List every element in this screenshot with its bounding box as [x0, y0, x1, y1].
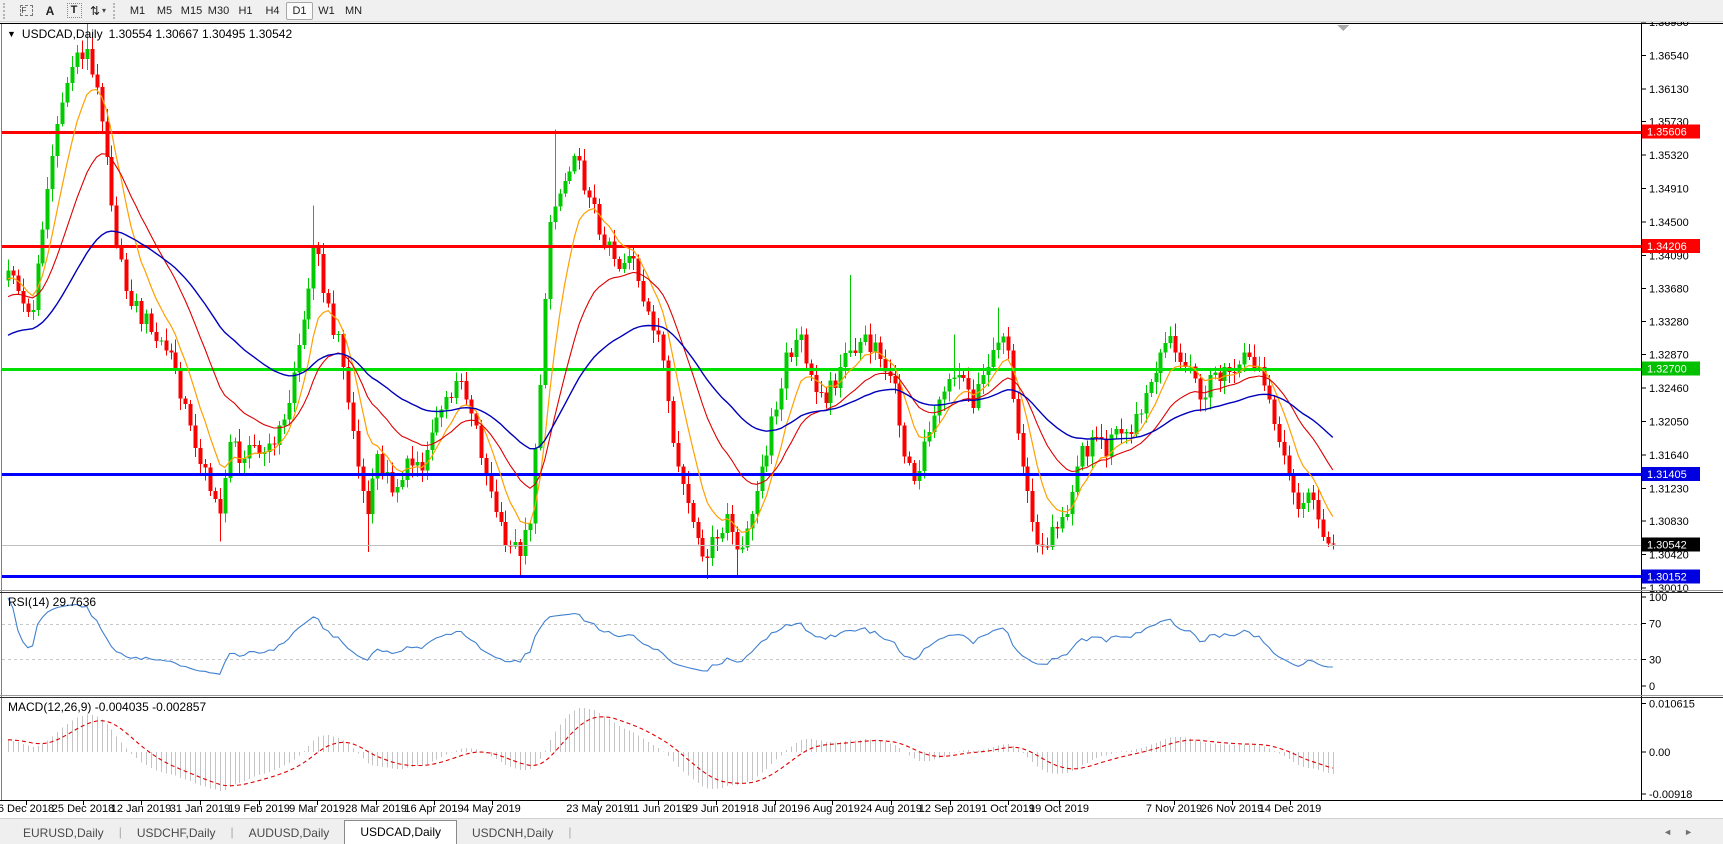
tab-scroll-left-icon[interactable]: ◄ — [1663, 827, 1684, 837]
timeframe-button-m15[interactable]: M15 — [178, 2, 205, 20]
timeframe-button-d1[interactable]: D1 — [286, 2, 313, 20]
toolbar-grip[interactable] — [3, 3, 8, 19]
date-axis-label: 6 Aug 2019 — [804, 803, 860, 815]
price-axis-tick-label: 1.32050 — [1649, 417, 1689, 429]
tab-scroll-right-icon[interactable]: ► — [1684, 827, 1705, 837]
price-axis-tick-label: 1.32870 — [1649, 350, 1689, 362]
chart-ohlc-quotes: 1.30554 1.30667 1.30495 1.30542 — [109, 27, 293, 41]
price-axis-tick-label: 1.34500 — [1649, 217, 1689, 229]
price-level-badge-label: 1.32700 — [1647, 364, 1687, 376]
date-axis-label: 26 Nov 2019 — [1201, 803, 1263, 815]
price-axis-tick-label: 1.30830 — [1649, 516, 1689, 528]
tab-audusd-daily[interactable]: AUDUSD,Daily — [234, 822, 345, 844]
price-axis-tick-label: 1.34910 — [1649, 183, 1689, 195]
timeframe-button-mn[interactable]: MN — [340, 2, 367, 20]
price-level-badge-label: 1.31405 — [1647, 469, 1687, 481]
date-axis-label: 31 Jan 2019 — [170, 803, 231, 815]
text-tool-icon[interactable]: A — [38, 1, 62, 20]
rsi-axis-tick-label: 0 — [1649, 681, 1655, 693]
macd-axis-tick-label: -0.00918 — [1649, 789, 1692, 801]
chart-canvas[interactable]: 1.369501.365401.361301.357301.353201.349… — [0, 0, 1723, 844]
rsi-axis-tick-label: 70 — [1649, 619, 1661, 631]
price-axis-tick-label: 1.31640 — [1649, 450, 1689, 462]
date-axis-label: 24 Aug 2019 — [860, 803, 922, 815]
tab-usdcad-daily[interactable]: USDCAD,Daily — [344, 820, 457, 844]
date-axis-label: 19 Oct 2019 — [1029, 803, 1089, 815]
date-axis-label: 16 Apr 2019 — [404, 803, 463, 815]
rsi-indicator-label: RSI(14) 29.7636 — [8, 595, 96, 609]
arrow-style-tool-icon[interactable]: ⇅▾ — [86, 1, 110, 20]
chart-title: ▼ USDCAD,Daily 1.30554 1.30667 1.30495 1… — [7, 27, 292, 41]
date-axis-label: 25 Dec 2018 — [52, 803, 114, 815]
price-axis-tick-label: 1.33680 — [1649, 284, 1689, 296]
price-axis-tick-label: 1.33280 — [1649, 316, 1689, 328]
timeframe-button-w1[interactable]: W1 — [313, 2, 340, 20]
timeframe-button-h4[interactable]: H4 — [259, 2, 286, 20]
price-axis-tick-label: 1.31230 — [1649, 484, 1689, 496]
date-axis-label: 4 May 2019 — [463, 803, 520, 815]
price-level-badge-label: 1.35606 — [1647, 127, 1687, 139]
macd-indicator-label: MACD(12,26,9) -0.004035 -0.002857 — [8, 700, 206, 714]
collapse-icon[interactable]: ▼ — [7, 29, 16, 39]
date-axis-label: 6 Dec 2018 — [0, 803, 54, 815]
tab-usdchf-daily[interactable]: USDCHF,Daily — [122, 822, 231, 844]
tab-usdcnh-daily[interactable]: USDCNH,Daily — [457, 822, 568, 844]
timeframe-button-m5[interactable]: M5 — [151, 2, 178, 20]
date-axis-label: 1 Oct 2019 — [981, 803, 1035, 815]
date-axis-label: 23 May 2019 — [566, 803, 630, 815]
date-axis-label: 9 Mar 2019 — [289, 803, 345, 815]
timeframe-button-h1[interactable]: H1 — [232, 2, 259, 20]
chart-tab-bar: EURUSD,Daily|USDCHF,Daily|AUDUSD,DailyUS… — [0, 818, 1723, 844]
date-axis-label: 19 Feb 2019 — [228, 803, 290, 815]
rsi-axis-tick-label: 30 — [1649, 654, 1661, 666]
timeframe-button-m1[interactable]: M1 — [124, 2, 151, 20]
date-axis-label: 12 Jan 2019 — [111, 803, 172, 815]
rsi-axis-tick-label: 100 — [1649, 592, 1667, 604]
text-label-tool-icon[interactable]: T — [62, 1, 86, 20]
chart-symbol-label: USDCAD,Daily — [22, 27, 103, 41]
price-axis-tick-label: 1.36540 — [1649, 50, 1689, 62]
price-axis-tick-label: 1.32460 — [1649, 383, 1689, 395]
tab-separator: | — [568, 825, 571, 839]
price-axis-tick-label: 1.36130 — [1649, 84, 1689, 96]
tab-eurusd-daily[interactable]: EURUSD,Daily — [8, 822, 119, 844]
frame-label-tool-icon[interactable]: F — [14, 1, 38, 20]
macd-axis-tick-label: 0.00 — [1649, 747, 1670, 759]
price-axis-tick-label: 1.35320 — [1649, 150, 1689, 162]
toolbar: FAT⇅▾ M1M5M15M30H1H4D1W1MN — [0, 0, 1723, 22]
date-axis-label: 7 Nov 2019 — [1146, 803, 1202, 815]
trading-platform-window: FAT⇅▾ M1M5M15M30H1H4D1W1MN 1.369501.3654… — [0, 0, 1723, 844]
timeframe-button-m30[interactable]: M30 — [205, 2, 232, 20]
price-level-badge-label: 1.34206 — [1647, 241, 1687, 253]
price-level-badge-label: 1.30152 — [1647, 571, 1687, 583]
date-axis-label: 14 Dec 2019 — [1259, 803, 1321, 815]
price-level-badge-label: 1.30542 — [1647, 540, 1687, 552]
date-axis-label: 18 Jul 2019 — [747, 803, 804, 815]
date-axis-label: 12 Sep 2019 — [919, 803, 981, 815]
date-axis-label: 29 Jun 2019 — [686, 803, 747, 815]
date-axis-label: 11 Jun 2019 — [628, 803, 688, 815]
macd-axis-tick-label: 0.010615 — [1649, 699, 1695, 711]
date-axis-label: 28 Mar 2019 — [345, 803, 407, 815]
toolbar-grip-2[interactable] — [113, 3, 118, 19]
